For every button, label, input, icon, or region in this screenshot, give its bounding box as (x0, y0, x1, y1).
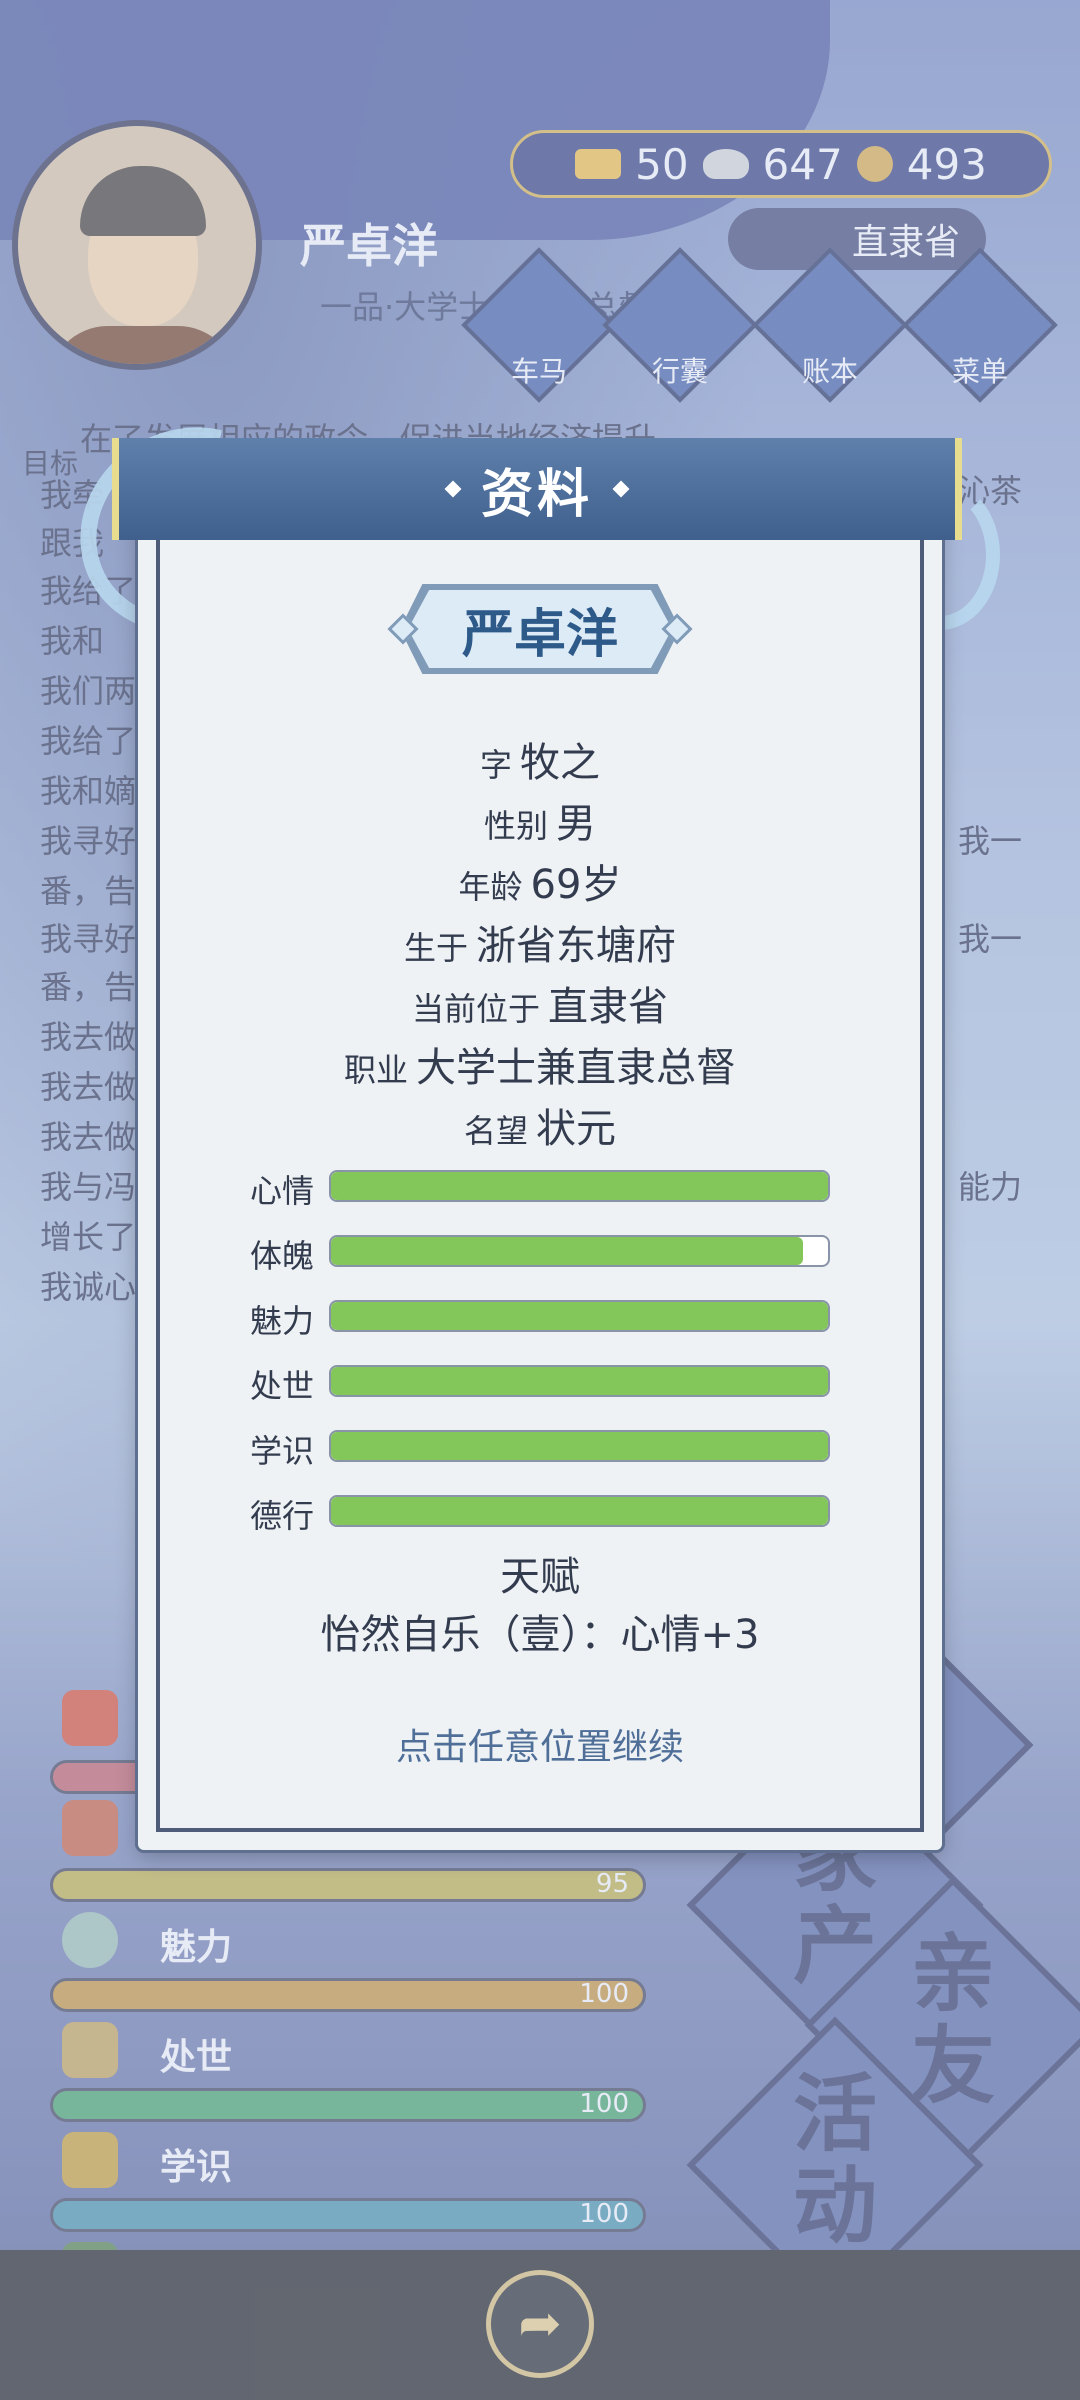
info-occupation: 职业 大学士兼直隶总督 (138, 1035, 942, 1093)
bar-mood (329, 1170, 830, 1202)
info-courtesy-name: 字牧之 (138, 730, 942, 788)
frame-corner (156, 1796, 192, 1832)
bar-fill (331, 1432, 828, 1460)
bar-label-virtue: 德行 (250, 1497, 315, 1535)
bar-fill (331, 1302, 828, 1330)
info-value: 大学士兼直隶总督 (416, 1045, 736, 1091)
info-key: 字 (479, 746, 512, 784)
talent-description: 怡然自乐（壹）：心情+3 (320, 1612, 760, 1658)
frame-corner (888, 1796, 924, 1832)
bar-label-charm: 魅力 (250, 1302, 315, 1340)
info-value: 直隶省 (548, 984, 668, 1030)
bar-label-fitness: 体魄 (250, 1237, 315, 1275)
bar-fill (331, 1237, 804, 1265)
info-value: 男 (556, 801, 596, 847)
bar-fill (331, 1172, 828, 1200)
info-value: 牧之 (520, 740, 600, 786)
character-name: 严卓洋 (408, 590, 672, 668)
info-key: 当前位于 (411, 990, 540, 1028)
bar-fill (331, 1367, 828, 1395)
info-value: 69岁 (530, 862, 622, 908)
info-age: 年龄 69岁 (138, 852, 942, 910)
info-key: 生于 (403, 929, 468, 967)
bar-knowledge (329, 1430, 830, 1462)
bar-virtue (329, 1495, 830, 1527)
bar-tact (329, 1365, 830, 1397)
bar-fill (331, 1497, 828, 1525)
bar-label-mood: 心情 (250, 1172, 315, 1210)
bar-label-knowledge: 学识 (250, 1432, 315, 1470)
talent-heading: 天赋 (500, 1554, 580, 1600)
continue-hint[interactable]: 点击任意位置继续 (138, 1718, 942, 1770)
dialog-header: 资料 (112, 438, 962, 540)
info-key: 性别 (483, 807, 548, 845)
dialog-title: 资料 (480, 464, 593, 525)
info-value: 浙省东塘府 (476, 923, 676, 969)
info-value: 状元 (536, 1106, 616, 1152)
info-key: 名望 (463, 1112, 528, 1150)
bar-fitness (329, 1235, 830, 1267)
bar-label-tact: 处世 (250, 1367, 315, 1405)
info-reputation: 名望 状元 (138, 1096, 942, 1154)
info-key: 年龄 (458, 868, 523, 906)
info-gender: 性别男 (138, 791, 942, 849)
header-dot-icon (444, 480, 462, 498)
info-birthplace: 生于 浙省东塘府 (138, 913, 942, 971)
bar-charm (329, 1300, 830, 1332)
header-dot-icon (612, 480, 630, 498)
info-current-location: 当前位于 直隶省 (138, 974, 942, 1032)
info-key: 职业 (343, 1051, 408, 1089)
